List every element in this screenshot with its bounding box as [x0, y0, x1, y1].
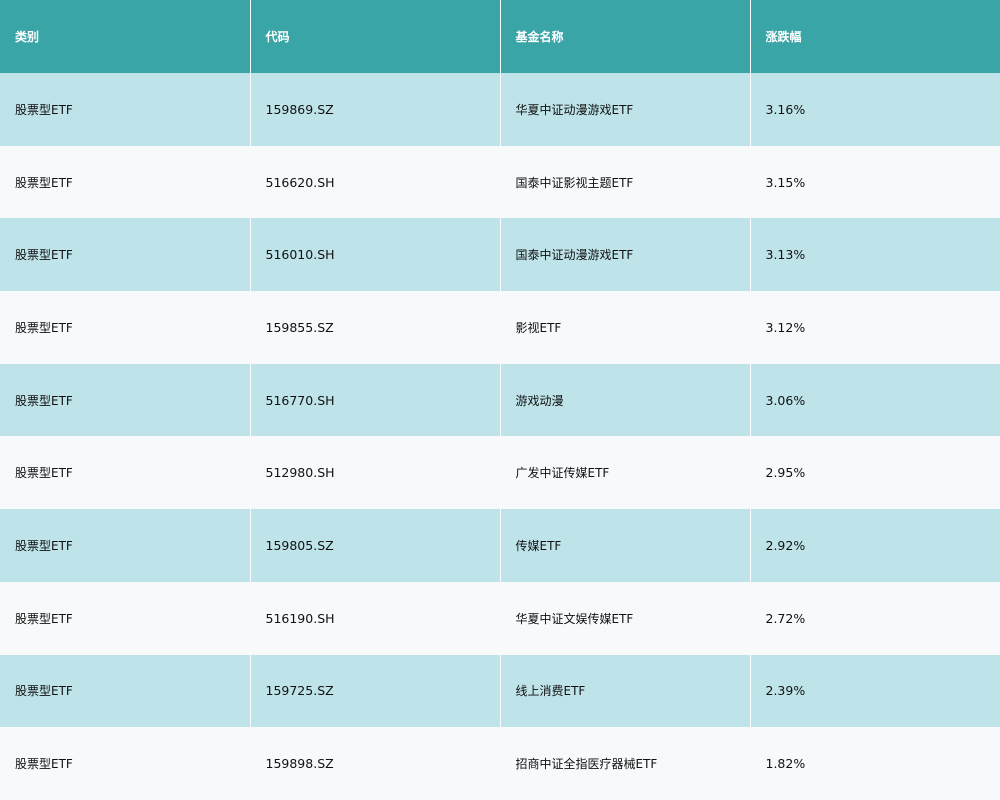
- category-cell: 股票型ETF: [15, 684, 73, 699]
- change-cell: 3.12%: [749, 291, 1000, 364]
- table-row[interactable]: 股票型ETF 159869.SZ 华夏中证动漫游戏ETF 3.16%: [0, 73, 1000, 146]
- table-row[interactable]: 股票型ETF 159805.SZ 传媒ETF 2.92%: [0, 509, 1000, 582]
- category-cell: 股票型ETF: [15, 175, 73, 190]
- code-cell: 516010.SH: [249, 218, 500, 292]
- code-cell: 159805.SZ: [249, 509, 500, 582]
- category-cell: 股票型ETF: [15, 466, 73, 481]
- code-cell: 516620.SH: [249, 145, 500, 219]
- header-row: 类别 代码 基金名称 涨跌幅: [0, 0, 1000, 73]
- table-row[interactable]: 股票型ETF 159898.SZ 招商中证全指医疗器械ETF 1.82%: [0, 727, 1000, 800]
- change-cell: 1.82%: [749, 727, 1000, 800]
- table-row[interactable]: 股票型ETF 159855.SZ 影视ETF 3.12%: [0, 291, 1000, 364]
- change-cell: 2.92%: [749, 509, 1000, 582]
- fund-name-cell: 国泰中证动漫游戏ETF: [499, 218, 750, 292]
- table-row[interactable]: 股票型ETF 516190.SH 华夏中证文娱传媒ETF 2.72%: [0, 581, 1000, 655]
- change-cell: 2.95%: [749, 436, 1000, 510]
- code-cell: 159898.SZ: [249, 727, 500, 800]
- fund-name-cell: 国泰中证影视主题ETF: [499, 145, 750, 219]
- table-body: 股票型ETF 159869.SZ 华夏中证动漫游戏ETF 3.16% 股票型ETF 516…: [0, 73, 1000, 800]
- table-row[interactable]: 股票型ETF 516620.SH 国泰中证影视主题ETF 3.15%: [0, 145, 1000, 219]
- header-code[interactable]: 代码: [249, 0, 500, 73]
- change-cell: 2.39%: [749, 654, 1000, 728]
- code-cell: 512980.SH: [249, 436, 500, 510]
- fund-name-cell: 招商中证全指医疗器械ETF: [499, 727, 750, 800]
- category-cell: 股票型ETF: [15, 102, 73, 117]
- category-cell: 股票型ETF: [15, 757, 73, 772]
- table-header: 类别 代码 基金名称 涨跌幅: [0, 0, 1000, 73]
- fund-name-cell: 华夏中证文娱传媒ETF: [499, 581, 750, 655]
- change-cell: 3.13%: [749, 218, 1000, 292]
- header-category[interactable]: 类别: [0, 0, 250, 73]
- code-cell: 159869.SZ: [249, 73, 500, 146]
- code-cell: 159855.SZ: [249, 291, 500, 364]
- fund-name-cell: 游戏动漫: [499, 363, 750, 437]
- header-fund-name[interactable]: 基金名称: [499, 0, 750, 73]
- change-cell: 3.06%: [749, 363, 1000, 437]
- category-cell: 股票型ETF: [15, 320, 73, 335]
- category-cell: 股票型ETF: [15, 611, 73, 626]
- change-cell: 2.72%: [749, 581, 1000, 655]
- change-cell: 3.15%: [749, 145, 1000, 219]
- fund-name-cell: 华夏中证动漫游戏ETF: [499, 73, 750, 146]
- code-cell: 159725.SZ: [249, 654, 500, 728]
- category-cell: 股票型ETF: [15, 248, 73, 263]
- code-cell: 516190.SH: [249, 581, 500, 655]
- etf-table: 类别 代码 基金名称 涨跌幅 股票型ETF 159869.SZ 华夏中证动漫游戏ET…: [0, 0, 1000, 800]
- fund-name-cell: 广发中证传媒ETF: [499, 436, 750, 510]
- change-cell: 3.16%: [749, 73, 1000, 146]
- category-cell: 股票型ETF: [15, 393, 73, 408]
- table-row[interactable]: 股票型ETF 512980.SH 广发中证传媒ETF 2.95%: [0, 436, 1000, 510]
- table-row[interactable]: 股票型ETF 516770.SH 游戏动漫 3.06%: [0, 363, 1000, 437]
- fund-name-cell: 影视ETF: [499, 291, 750, 364]
- fund-name-cell: 线上消费ETF: [499, 654, 750, 728]
- code-cell: 516770.SH: [249, 363, 500, 437]
- header-change[interactable]: 涨跌幅: [749, 0, 1000, 73]
- fund-name-cell: 传媒ETF: [499, 509, 750, 582]
- table-row[interactable]: 股票型ETF 159725.SZ 线上消费ETF 2.39%: [0, 654, 1000, 728]
- table-row[interactable]: 股票型ETF 516010.SH 国泰中证动漫游戏ETF 3.13%: [0, 218, 1000, 292]
- category-cell: 股票型ETF: [15, 538, 73, 553]
